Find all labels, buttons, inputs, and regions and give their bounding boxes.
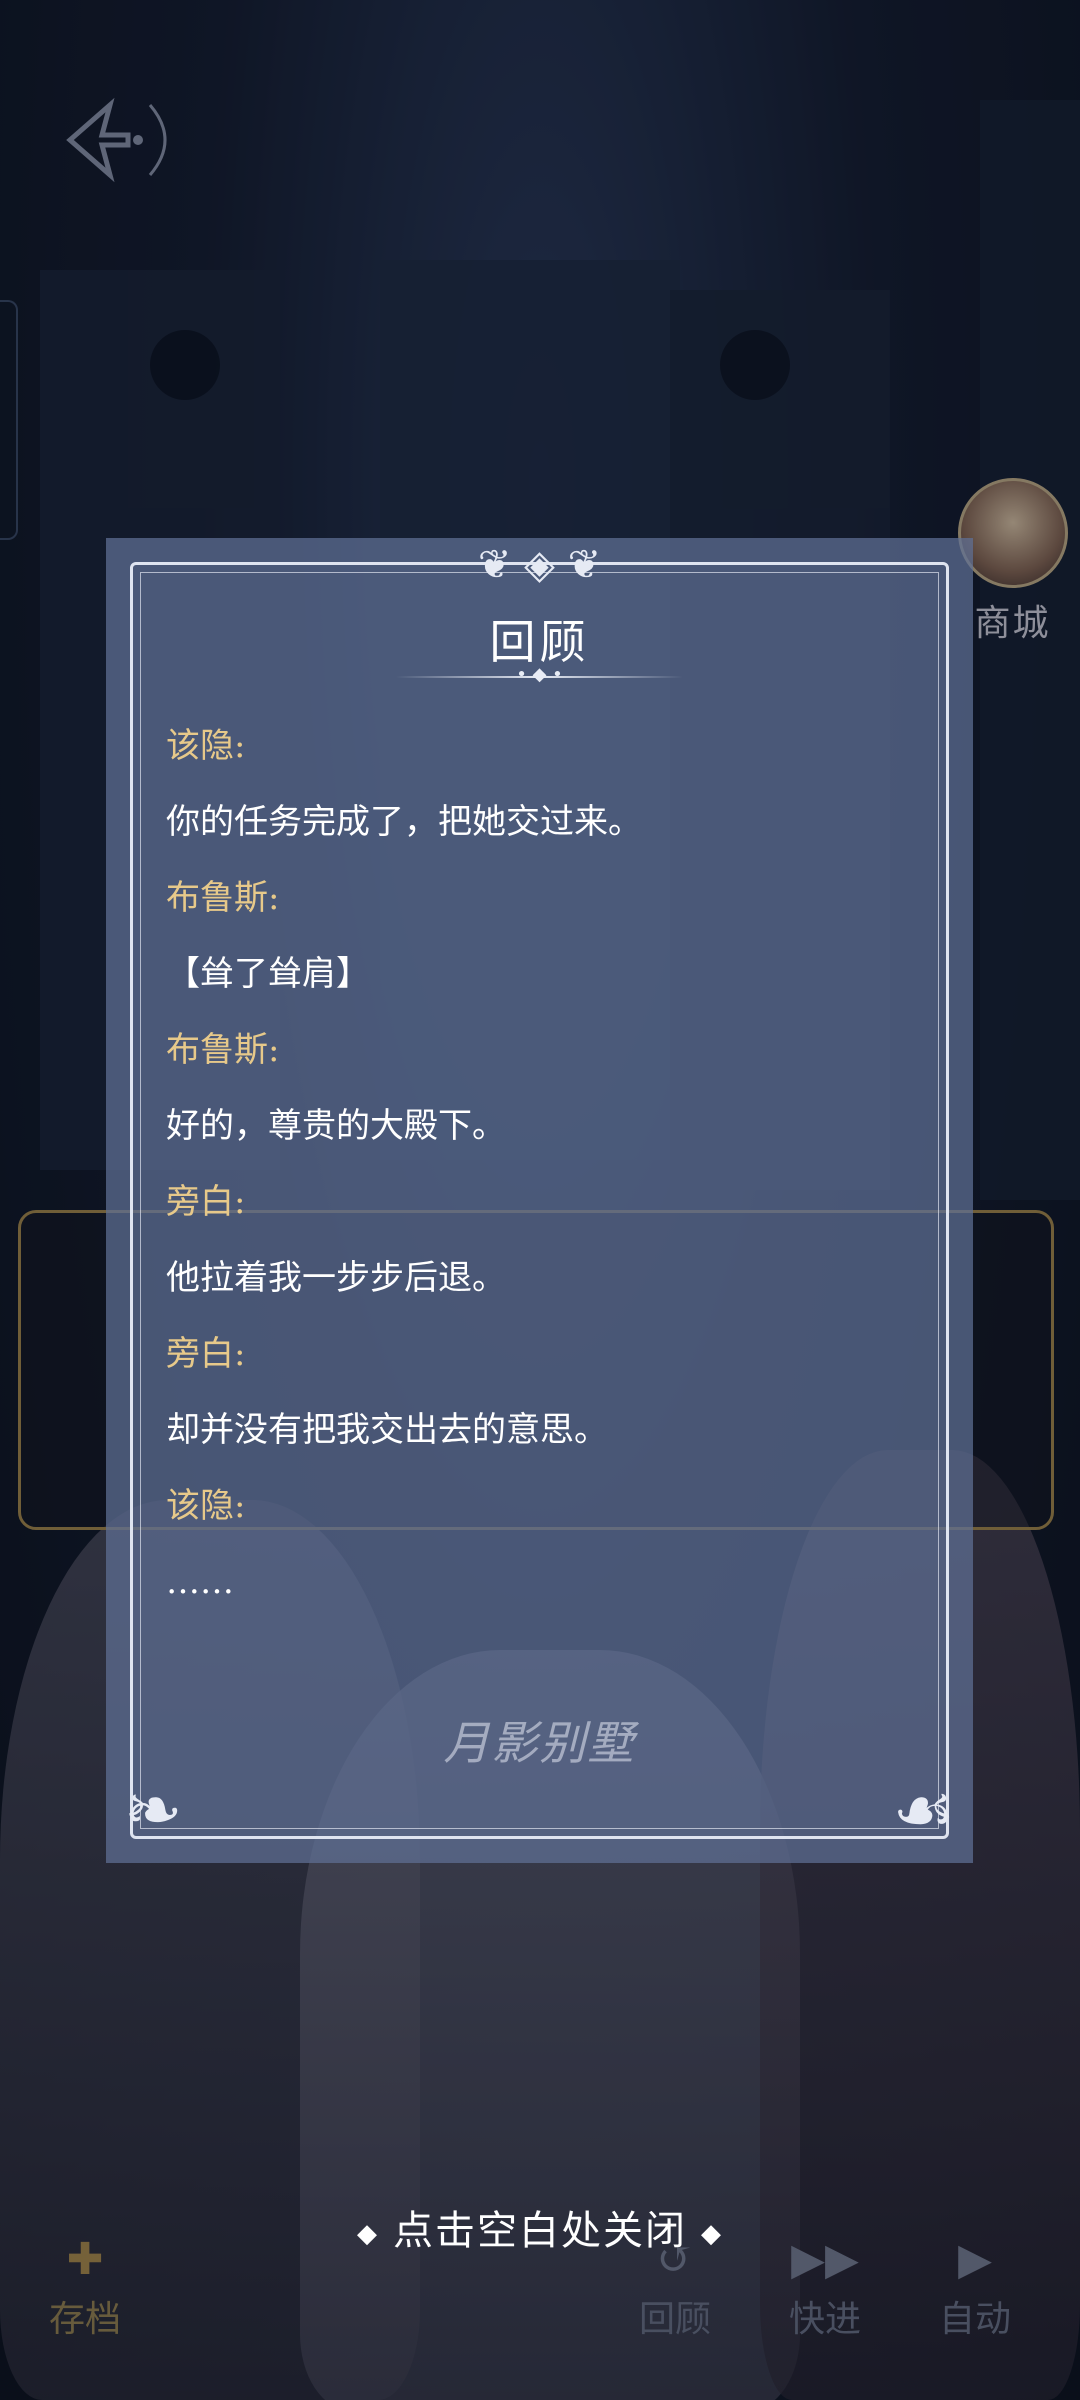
close-hint-label: 点击空白处关闭 (393, 2208, 687, 2254)
speaker-name: 该隐: (166, 1486, 246, 1526)
log-entry: 旁白: 却并没有把我交出去的意思。 (166, 1326, 926, 1478)
speaker-name: 该隐: (166, 726, 246, 766)
dialogue-log[interactable]: 该隐: 你的任务完成了，把她交过来。 布鲁斯: 【耸了耸肩】 布鲁斯: 好的，尊… (166, 718, 926, 1630)
dialogue-line: 【耸了耸肩】 (166, 954, 370, 994)
close-hint[interactable]: ◆ 点击空白处关闭 ◆ (0, 2198, 1080, 2256)
game-logo-watermark: 月影别墅 (443, 1716, 636, 1770)
dialogue-line: 你的任务完成了，把她交过来。 (166, 802, 642, 842)
speaker-name: 布鲁斯: (166, 878, 280, 918)
title-divider-ornament: • ◆ • (516, 664, 563, 685)
log-entry: 布鲁斯: 好的，尊贵的大殿下。 (166, 1022, 926, 1174)
diamond-icon: ◆ (701, 2219, 723, 2249)
dialogue-line: 他拉着我一步步后退。 (166, 1258, 506, 1298)
dialogue-line: 却并没有把我交出去的意思。 (166, 1410, 608, 1450)
panel-title: 回顾 (489, 615, 590, 669)
flourish-top-ornament: ❦ ◈ ❦ (477, 542, 602, 588)
log-entry: 该隐: 你的任务完成了，把她交过来。 (166, 718, 926, 870)
speaker-name: 旁白: (166, 1334, 246, 1374)
flourish-corner-left-ornament: ❧ (124, 1769, 183, 1851)
log-entry: 布鲁斯: 【耸了耸肩】 (166, 870, 926, 1022)
dialogue-line: 好的，尊贵的大殿下。 (166, 1106, 506, 1146)
speaker-name: 旁白: (166, 1182, 246, 1222)
dialogue-line: …… (166, 1562, 234, 1602)
speaker-name: 布鲁斯: (166, 1030, 280, 1070)
log-entry: 该隐: …… (166, 1478, 926, 1630)
diamond-icon: ◆ (357, 2219, 379, 2249)
flourish-corner-right-ornament: ☙ (892, 1769, 955, 1851)
log-entry: 旁白: 他拉着我一步步后退。 (166, 1174, 926, 1326)
review-panel: ❦ ◈ ❦ ❧ ☙ 回顾 • ◆ • 该隐: 你的任务完成了，把她交过来。 布鲁… (106, 538, 973, 1863)
